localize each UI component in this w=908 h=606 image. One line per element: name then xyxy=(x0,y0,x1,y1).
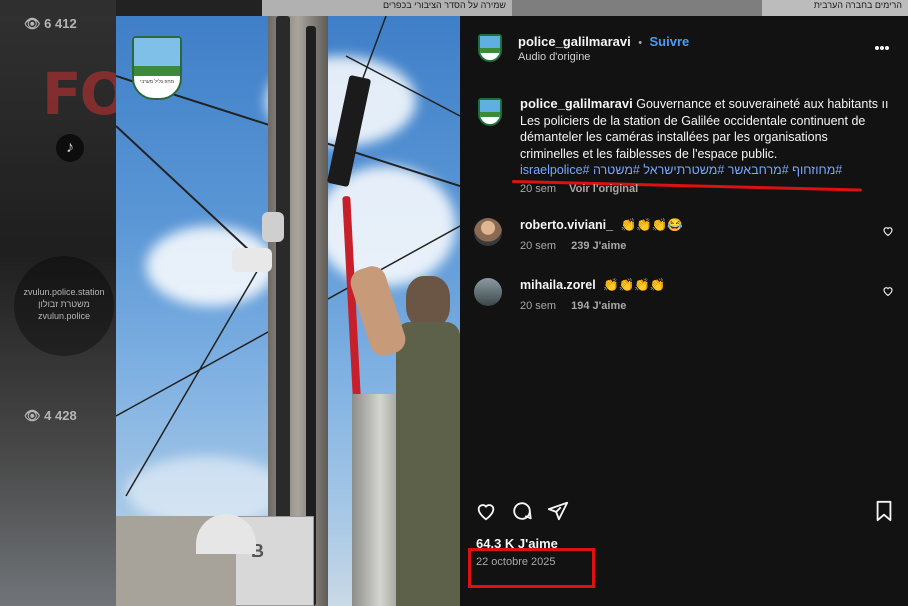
author-username[interactable]: police_galilmaravi xyxy=(518,34,631,49)
commenter-username[interactable]: roberto.viviani_ xyxy=(520,218,613,232)
comment-text: 👏👏👏😂 xyxy=(620,218,683,232)
more-options-icon[interactable] xyxy=(874,38,890,56)
comment-icon[interactable] xyxy=(510,500,534,527)
comment-time: 20 sem xyxy=(520,300,557,312)
commenter-avatar[interactable] xyxy=(474,278,502,306)
author-avatar[interactable] xyxy=(478,34,502,62)
comment-like-icon[interactable] xyxy=(882,224,894,242)
follow-button[interactable]: Suivre xyxy=(650,34,690,49)
header-separator: • xyxy=(638,37,643,49)
comment-meta: 20 sem 239 J'aime xyxy=(520,240,626,252)
security-camera xyxy=(232,248,272,272)
comment-like-icon[interactable] xyxy=(882,284,894,302)
police-station-logo: מחוז גליל מערבי xyxy=(132,36,182,100)
caption-meta: 20 sem Voir l'original xyxy=(520,183,638,195)
comment-text: 👏👏👏👏 xyxy=(603,278,666,292)
post-details-panel: police_galilmaravi • Suivre Audio d'orig… xyxy=(460,16,908,606)
post-header: police_galilmaravi • Suivre xyxy=(518,33,689,51)
comment-likes[interactable]: 239 J'aime xyxy=(571,240,626,252)
post-caption: police_galilmaravi Gouvernance et souver… xyxy=(520,96,890,179)
audio-link[interactable]: Audio d'origine xyxy=(518,51,590,63)
commenter-username[interactable]: mihaila.zorel xyxy=(520,278,596,292)
comment-body: mihaila.zorel 👏👏👏👏 xyxy=(520,278,665,293)
send-icon[interactable] xyxy=(546,500,570,527)
caption-avatar[interactable] xyxy=(478,98,502,126)
post-media[interactable]: B מחוז גליל מערבי xyxy=(116,16,460,606)
commenter-avatar[interactable] xyxy=(474,218,502,246)
bookmark-icon[interactable] xyxy=(874,500,894,527)
like-icon[interactable] xyxy=(474,500,498,527)
comment-time: 20 sem xyxy=(520,240,557,252)
comment-body: roberto.viviani_ 👏👏👏😂 xyxy=(520,218,683,233)
security-camera xyxy=(262,212,284,242)
see-original-link[interactable]: Voir l'original xyxy=(569,183,638,195)
caption-time: 20 sem xyxy=(520,183,557,195)
comment-meta: 20 sem 194 J'aime xyxy=(520,300,626,312)
comment-likes[interactable]: 194 J'aime xyxy=(571,300,626,312)
officer xyxy=(396,276,460,606)
caption-hashtags[interactable]: #מחוזחוף #מרחבאשר #משטרתישראל #משטרה #is… xyxy=(520,162,890,179)
annotation-box xyxy=(468,548,595,588)
caption-username[interactable]: police_galilmaravi xyxy=(520,96,633,111)
